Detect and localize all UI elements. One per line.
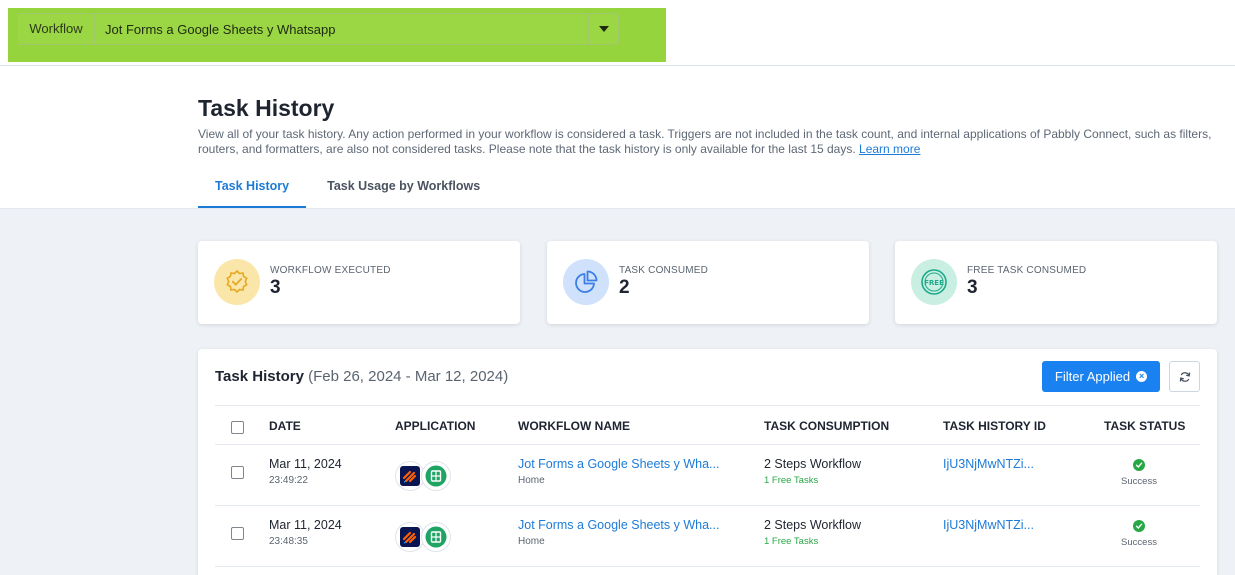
column-task-status: TASK STATUS <box>1104 419 1186 433</box>
row-status: Success <box>1113 459 1165 487</box>
table-row: Mar 11, 2024 23:49:22 Jot Forms a Google… <box>215 445 1200 506</box>
row-status-text: Success <box>1121 537 1157 548</box>
filter-applied-button[interactable]: Filter Applied × <box>1042 361 1160 392</box>
row-checkbox[interactable] <box>231 527 244 540</box>
column-task-consumption: TASK CONSUMPTION <box>764 419 890 433</box>
stat-card-free-task-consumed: FREE FREE TASK CONSUMED 3 <box>895 241 1217 324</box>
stat-label: WORKFLOW EXECUTED <box>270 265 391 276</box>
row-task-consumption: 2 Steps Workflow <box>764 457 862 471</box>
column-task-history-id: TASK HISTORY ID <box>943 419 1046 433</box>
success-check-icon <box>1133 520 1145 532</box>
google-sheets-icon <box>421 522 451 552</box>
row-task-consumption: 2 Steps Workflow <box>764 518 862 532</box>
column-workflow-name: WORKFLOW NAME <box>518 419 630 433</box>
row-date: Mar 11, 2024 <box>269 457 342 471</box>
row-status-text: Success <box>1121 476 1157 487</box>
stat-label: TASK CONSUMED <box>619 265 709 276</box>
chevron-down-icon[interactable] <box>588 14 618 44</box>
description-text: View all of your task history. Any actio… <box>198 127 1212 156</box>
tab-task-usage-by-workflows[interactable]: Task Usage by Workflows <box>310 165 497 208</box>
stat-card-task-consumed: TASK CONSUMED 2 <box>547 241 869 324</box>
learn-more-link[interactable]: Learn more <box>859 142 920 156</box>
workflow-selected-value: Jot Forms a Google Sheets y Whatsapp <box>105 21 336 37</box>
select-all-checkbox[interactable] <box>231 421 244 434</box>
row-workflow-link[interactable]: Jot Forms a Google Sheets y Wha... <box>518 457 719 471</box>
workflow-dropdown[interactable]: Jot Forms a Google Sheets y Whatsapp <box>95 14 618 44</box>
free-badge-icon: FREE <box>911 259 957 305</box>
google-sheets-icon <box>421 461 451 491</box>
row-applications <box>395 461 455 491</box>
tab-bar: Task History Task Usage by Workflows <box>198 165 501 208</box>
row-workflow-folder: Home <box>518 536 545 547</box>
table-row: Mar 11, 2024 23:48:35 Jot Forms a Google… <box>215 506 1200 567</box>
row-task-history-id-link[interactable]: IjU3NjMwNTZi... <box>943 457 1034 471</box>
row-checkbox[interactable] <box>231 466 244 479</box>
stat-value: 3 <box>270 277 281 298</box>
row-time: 23:49:22 <box>269 475 308 486</box>
stat-card-workflow-executed: WORKFLOW EXECUTED 3 <box>198 241 520 324</box>
panel-title: Task History (Feb 26, 2024 - Mar 12, 202… <box>215 368 508 385</box>
row-applications <box>395 522 455 552</box>
page-title: Task History <box>198 95 335 121</box>
success-check-icon <box>1133 459 1145 471</box>
pie-chart-icon <box>563 259 609 305</box>
row-free-tasks: 1 Free Tasks <box>764 536 819 547</box>
page-header: Task History View all of your task histo… <box>0 67 1235 209</box>
page-description: View all of your task history. Any actio… <box>198 127 1228 157</box>
svg-text:FREE: FREE <box>924 279 944 287</box>
workflow-bar: Workflow Jot Forms a Google Sheets y Wha… <box>0 0 1235 66</box>
row-workflow-folder: Home <box>518 475 545 486</box>
row-date: Mar 11, 2024 <box>269 518 342 532</box>
stat-value: 3 <box>967 277 978 298</box>
refresh-icon <box>1179 371 1190 382</box>
date-range: (Feb 26, 2024 - Mar 12, 2024) <box>308 368 509 385</box>
stat-value: 2 <box>619 277 630 298</box>
row-status: Success <box>1113 520 1165 548</box>
workflow-selector[interactable]: Workflow Jot Forms a Google Sheets y Wha… <box>17 13 619 45</box>
refresh-button[interactable] <box>1169 361 1200 392</box>
workflow-label: Workflow <box>18 14 95 44</box>
content-area: WORKFLOW EXECUTED 3 TASK CONSUMED 2 FREE <box>0 209 1235 575</box>
filter-button-label: Filter Applied <box>1054 369 1131 384</box>
column-application: APPLICATION <box>395 419 476 433</box>
stat-label: FREE TASK CONSUMED <box>967 265 1087 276</box>
badge-check-icon <box>214 259 260 305</box>
page: Workflow Jot Forms a Google Sheets y Wha… <box>0 0 1235 575</box>
clear-filter-icon[interactable]: × <box>1136 371 1148 382</box>
task-history-panel: Task History (Feb 26, 2024 - Mar 12, 202… <box>198 349 1217 575</box>
panel-title-text: Task History <box>215 368 304 385</box>
row-task-history-id-link[interactable]: IjU3NjMwNTZi... <box>943 518 1034 532</box>
row-time: 23:48:35 <box>269 536 308 547</box>
table-header: DATE APPLICATION WORKFLOW NAME TASK CONS… <box>215 405 1200 445</box>
tab-task-history[interactable]: Task History <box>198 165 307 208</box>
row-workflow-link[interactable]: Jot Forms a Google Sheets y Wha... <box>518 518 719 532</box>
column-date: DATE <box>269 419 301 433</box>
row-free-tasks: 1 Free Tasks <box>764 475 819 486</box>
